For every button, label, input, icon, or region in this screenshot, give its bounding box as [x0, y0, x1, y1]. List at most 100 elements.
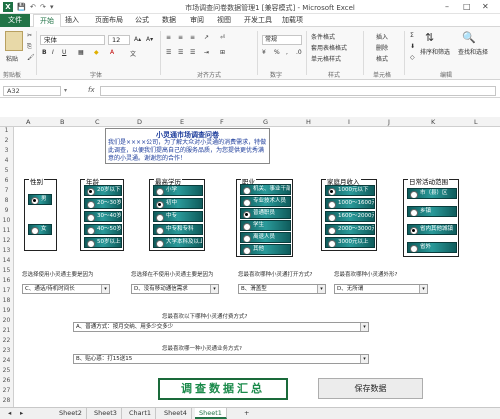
font-size-select[interactable]: 12 [108, 35, 130, 45]
maximize-button[interactable]: □ [463, 2, 471, 11]
row-header[interactable]: 1 [0, 127, 13, 134]
sort-filter-button[interactable]: 排序和筛选 [420, 47, 450, 56]
column-header[interactable]: L [474, 118, 478, 126]
chevron-down-icon[interactable]: ▾ [210, 285, 218, 293]
row-header[interactable]: 17 [0, 287, 13, 294]
redo-icon[interactable]: ↷ [40, 3, 46, 11]
radio-option[interactable]: 中专 [153, 211, 203, 222]
align-left-icon[interactable]: ☰ [166, 49, 171, 56]
row-header[interactable]: 20 [0, 317, 13, 324]
merge-center-icon[interactable]: ⊞ [220, 49, 225, 56]
font-name-select[interactable]: 宋体 [40, 35, 105, 45]
next-sheet-icon[interactable]: ▸ [16, 408, 27, 419]
shrink-font-icon[interactable]: A▾ [146, 36, 153, 43]
question-select[interactable]: C、通话/待机时间长 ▾ [22, 284, 110, 294]
question-select[interactable]: D、没有移动通信需求 ▾ [131, 284, 219, 294]
grow-font-icon[interactable]: A▴ [134, 36, 141, 43]
row-header[interactable]: 9 [0, 207, 13, 214]
column-header[interactable]: I [348, 118, 350, 126]
name-box[interactable]: A32 [3, 86, 61, 96]
row-header[interactable]: 11 [0, 227, 13, 234]
indent-icon[interactable]: ⇥ [204, 49, 209, 56]
minimize-button[interactable]: – [445, 2, 449, 11]
column-header[interactable]: E [180, 118, 184, 126]
sheet-tab-chart1[interactable]: Chart1 [125, 408, 156, 419]
row-header[interactable]: 16 [0, 277, 13, 284]
question-select[interactable]: D、无所谓 ▾ [334, 284, 428, 294]
phonetic-icon[interactable]: 文 [130, 49, 136, 58]
row-header[interactable]: 13 [0, 247, 13, 254]
sheet-tab-sheet3[interactable]: Sheet3 [90, 408, 122, 419]
row-header[interactable]: 22 [0, 337, 13, 344]
customize-quick-access-icon[interactable]: ▾ [50, 3, 54, 11]
font-color-icon[interactable]: A [110, 49, 114, 56]
find-select-icon[interactable]: 🔍 [462, 31, 476, 44]
sheet-tab-sheet1[interactable]: Sheet1 [195, 408, 227, 419]
tab-developer[interactable]: 开发工具 [244, 15, 272, 25]
radio-option[interactable]: 40～50岁 [84, 224, 122, 235]
radio-option[interactable]: 20～30岁 [84, 198, 122, 209]
wrap-text-icon[interactable]: ⏎ [220, 34, 225, 41]
radio-option[interactable]: 3000元以上 [325, 237, 375, 248]
row-header[interactable]: 7 [0, 187, 13, 194]
formula-input[interactable] [100, 86, 496, 96]
row-header[interactable]: 15 [0, 267, 13, 274]
radio-option[interactable]: 省内其他城镇 [407, 224, 457, 235]
italic-button[interactable]: I [52, 49, 54, 56]
question-select[interactable]: B、贴心惑：打15送15 ▾ [73, 354, 369, 364]
align-top-icon[interactable]: ≡ [166, 34, 171, 41]
row-header[interactable]: 10 [0, 217, 13, 224]
chevron-down-icon[interactable]: ▾ [419, 285, 427, 293]
summary-button[interactable]: 调查数据汇总 [158, 378, 288, 400]
row-header[interactable]: 4 [0, 157, 13, 164]
row-header[interactable]: 8 [0, 197, 13, 204]
sort-filter-icon[interactable]: ⇅ [425, 31, 434, 44]
percent-icon[interactable]: % [274, 49, 280, 56]
tab-formulas[interactable]: 公式 [135, 15, 149, 25]
radio-option[interactable]: 学生 [240, 220, 291, 231]
tab-data[interactable]: 数据 [162, 15, 176, 25]
align-center-icon[interactable]: ☰ [178, 49, 183, 56]
tab-insert[interactable]: 插入 [65, 15, 79, 25]
column-header[interactable]: H [306, 118, 311, 126]
radio-option[interactable]: 2000～3000元 [325, 224, 375, 235]
radio-option[interactable]: 普通职员 [240, 208, 291, 219]
radio-option[interactable]: 50岁以上 [84, 237, 122, 248]
radio-option[interactable]: 1600～2000元 [325, 211, 375, 222]
column-header[interactable]: K [431, 118, 435, 126]
sheet-tab-sheet2[interactable]: Sheet2 [55, 408, 87, 419]
radio-option[interactable]: 机关、事业干部 [240, 184, 291, 195]
currency-icon[interactable]: ¥ [262, 49, 266, 56]
border-icon[interactable]: ▦ [78, 49, 84, 56]
undo-icon[interactable]: ↶ [30, 3, 36, 11]
column-header[interactable]: G [263, 118, 268, 126]
radio-option[interactable]: 大学本科及以上 [153, 237, 203, 248]
autosum-icon[interactable]: Σ [410, 32, 414, 39]
column-header[interactable]: D [137, 118, 142, 126]
format-painter-icon[interactable]: 🖌 [27, 54, 35, 61]
underline-button[interactable]: U [62, 49, 66, 56]
align-right-icon[interactable]: ☰ [190, 49, 195, 56]
row-header[interactable]: 28 [0, 397, 13, 404]
name-box-dropdown-icon[interactable]: ▾ [64, 87, 67, 94]
row-header[interactable]: 23 [0, 347, 13, 354]
save-icon[interactable]: 💾 [17, 3, 26, 11]
row-header[interactable]: 19 [0, 307, 13, 314]
column-header[interactable]: J [388, 118, 390, 126]
radio-option[interactable]: 中专和专科 [153, 224, 203, 235]
column-header[interactable]: B [60, 118, 64, 126]
align-middle-icon[interactable]: ≡ [178, 34, 183, 41]
row-header[interactable]: 3 [0, 147, 13, 154]
row-header[interactable]: 12 [0, 237, 13, 244]
bold-button[interactable]: B [42, 49, 47, 56]
row-header[interactable]: 25 [0, 367, 13, 374]
format-as-table-button[interactable]: 套用表格格式 [311, 43, 347, 52]
row-header[interactable]: 21 [0, 327, 13, 334]
radio-option[interactable]: 女 [28, 224, 52, 235]
comma-icon[interactable]: , [286, 49, 288, 56]
tab-addins[interactable]: 加载项 [282, 15, 303, 25]
radio-option[interactable]: 初中 [153, 198, 203, 209]
delete-cells-button[interactable]: 删除 [376, 43, 388, 52]
clear-icon[interactable]: ◇ [410, 54, 415, 61]
radio-option[interactable]: 省外 [407, 242, 457, 253]
